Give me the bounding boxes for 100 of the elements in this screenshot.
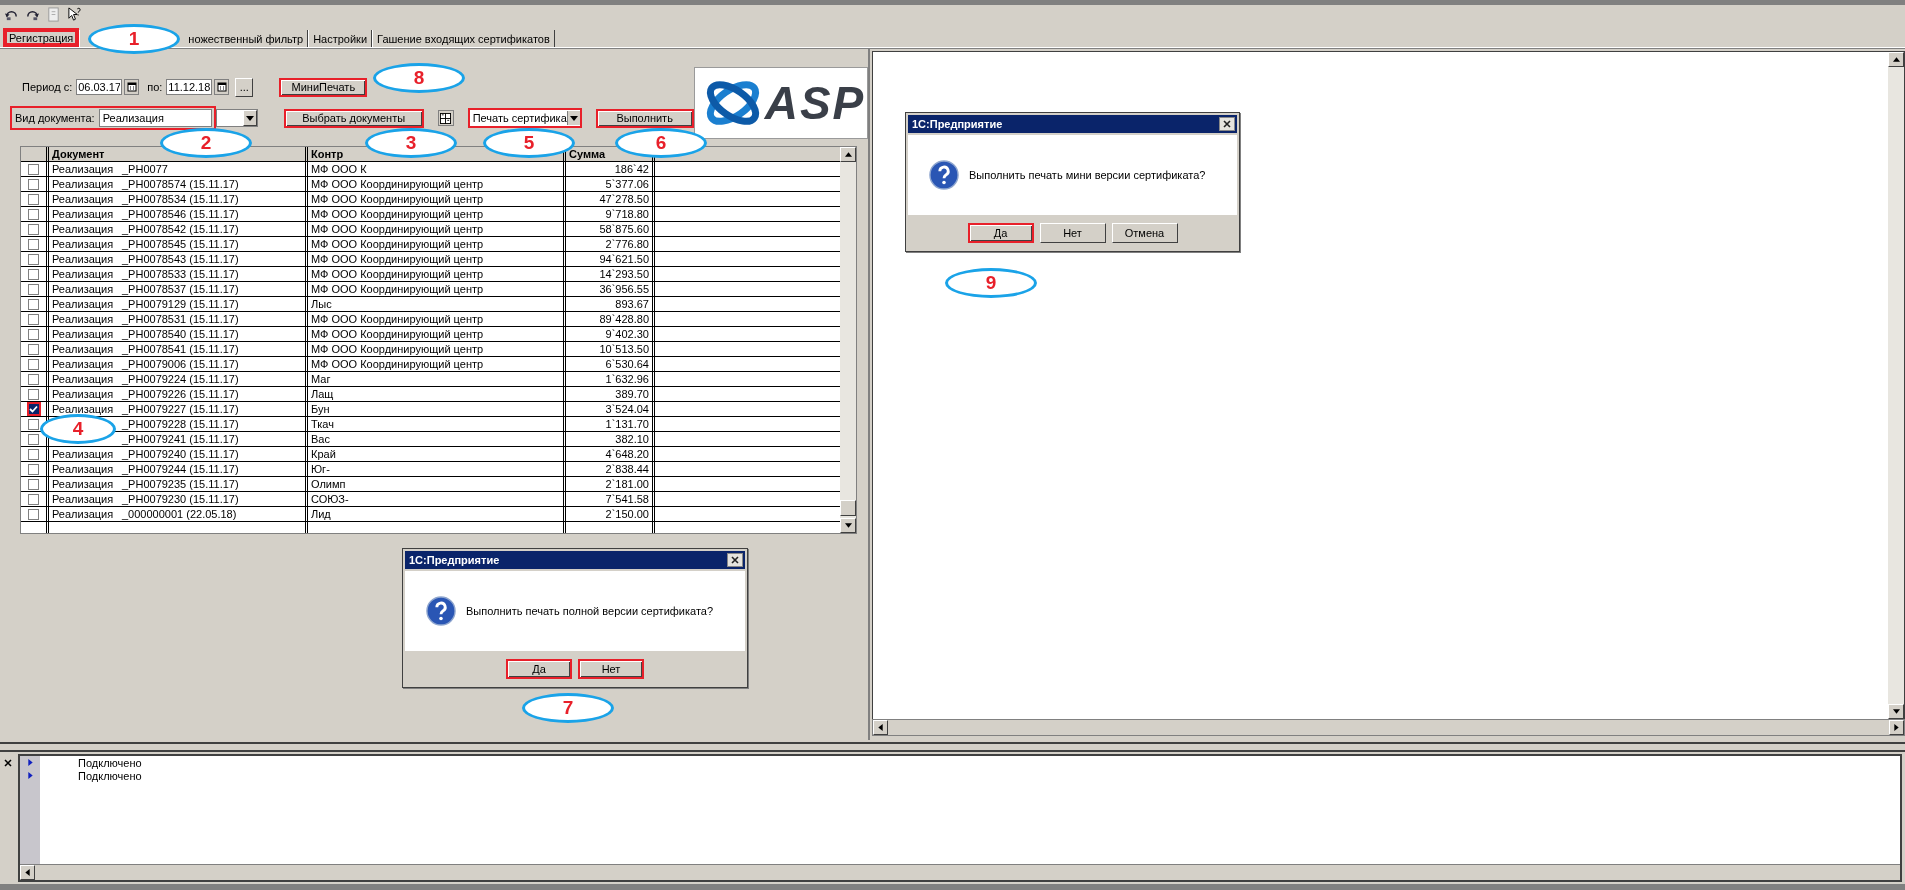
callout-badge: 8 <box>373 63 465 93</box>
column-header[interactable]: Документ <box>52 147 105 161</box>
column-header[interactable]: Сумма <box>569 147 606 161</box>
contractor-text: Лыс <box>311 297 332 311</box>
tab[interactable]: Регистрация <box>3 28 80 47</box>
document-number-text: _РН0079244 (15.11.17) <box>122 462 239 476</box>
print-mode-dropdown[interactable]: Печать сертифика <box>467 108 582 128</box>
document-number-text: _РН0079227 (15.11.17) <box>122 402 239 416</box>
amount-text: 9`718.80 <box>605 207 649 221</box>
up-arrow-icon[interactable] <box>844 152 852 157</box>
checkbox[interactable] <box>28 268 39 280</box>
close-icon[interactable] <box>727 553 743 567</box>
left-arrow-icon[interactable] <box>25 869 30 876</box>
calendar-button[interactable] <box>124 79 140 95</box>
contractor-text: Бун <box>311 402 330 416</box>
up-arrow-icon[interactable] <box>1892 57 1900 62</box>
dialog-button[interactable]: Отмена <box>1111 223 1178 243</box>
scrollbar[interactable] <box>20 864 1900 880</box>
callout-badge: 7 <box>522 693 614 723</box>
contractor-text: Юг- <box>311 462 330 476</box>
document-type-text: Реализация <box>52 193 114 205</box>
checkbox[interactable] <box>28 208 39 220</box>
checkbox[interactable] <box>28 298 39 310</box>
right-arrow-icon[interactable] <box>1894 724 1899 731</box>
date-from-field[interactable]: 06.03.17 <box>76 79 123 95</box>
tab[interactable]: Гашение входящих сертификатов <box>372 30 555 47</box>
checkbox[interactable] <box>28 373 39 385</box>
amount-text: 58`875.60 <box>599 222 649 236</box>
checkbox[interactable] <box>28 223 39 235</box>
down-arrow-icon[interactable] <box>844 523 852 528</box>
date-to-field[interactable]: 11.12.18 <box>166 79 213 95</box>
contractor-text: СОЮЗ- <box>311 492 349 506</box>
caret-icon <box>245 115 254 121</box>
checkbox[interactable] <box>26 402 41 416</box>
down-arrow-icon[interactable] <box>1892 709 1900 714</box>
scrollbar[interactable] <box>872 719 1905 736</box>
select-documents-button[interactable]: Выбрать документы <box>283 108 424 128</box>
checkbox[interactable] <box>28 253 39 265</box>
amount-text: 14`293.50 <box>599 267 649 281</box>
dialog-button[interactable]: Да <box>967 223 1034 243</box>
document-number-text: _РН0079240 (15.11.17) <box>122 447 239 461</box>
checkbox[interactable] <box>28 193 39 205</box>
question-icon <box>426 596 456 626</box>
amount-text: 389.70 <box>615 387 649 401</box>
document-number-text: _РН0079129 (15.11.17) <box>122 297 239 311</box>
checkbox[interactable] <box>28 163 39 175</box>
execute-button[interactable]: Выполнить <box>595 108 694 128</box>
mini-print-button[interactable]: МиниПечать <box>279 77 368 97</box>
checkbox[interactable] <box>28 283 39 295</box>
document-type-text: Реализация <box>52 343 114 355</box>
dialog-button[interactable]: Да <box>506 659 572 679</box>
checkbox[interactable] <box>28 433 39 445</box>
checkbox[interactable] <box>28 493 39 505</box>
calendar-button[interactable] <box>214 79 230 95</box>
document-number-text: _РН0079241 (15.11.17) <box>122 432 239 446</box>
contractor-text: МФ ООО Координирующий центр <box>311 237 484 251</box>
checkbox[interactable] <box>28 313 39 325</box>
checkbox[interactable] <box>28 343 39 355</box>
amount-text: 2`181.00 <box>605 477 649 491</box>
document-number-text: _000000001 (22.05.18) <box>122 507 237 521</box>
log-message: Подключено <box>78 757 142 770</box>
close-icon[interactable] <box>3 758 13 768</box>
contractor-text: МФ ООО Координирующий центр <box>311 192 484 206</box>
scrollbar[interactable] <box>1888 52 1904 719</box>
doc-type-field[interactable]: Вид документа: Реализация <box>10 106 216 130</box>
contractor-text: Олимп <box>311 477 346 491</box>
dialog-button[interactable]: Нет <box>578 659 644 679</box>
checkbox[interactable] <box>28 418 39 430</box>
tab[interactable]: Настройки <box>308 30 373 47</box>
checkbox[interactable] <box>28 448 39 460</box>
splitter-bar[interactable] <box>0 742 1905 752</box>
close-icon[interactable] <box>1219 117 1235 131</box>
log-message: Подключено <box>78 770 142 783</box>
column-header[interactable]: Контр <box>311 147 344 161</box>
document-type-text: Реализация <box>52 373 114 385</box>
dialog-button[interactable]: Нет <box>1039 223 1106 243</box>
scroll-thumb[interactable] <box>840 500 856 516</box>
left-arrow-icon[interactable] <box>878 724 883 731</box>
amount-text: 94`621.50 <box>599 252 649 266</box>
checkbox[interactable] <box>28 478 39 490</box>
callout-badge: 1 <box>88 24 180 54</box>
help-pointer-icon[interactable] <box>67 6 82 22</box>
dialog-title: 1С:Предприятие <box>409 554 500 566</box>
checkbox[interactable] <box>28 358 39 370</box>
dropdown-button[interactable] <box>215 109 258 127</box>
logo: ASP <box>693 67 868 139</box>
question-icon <box>929 160 959 190</box>
contractor-text: МФ ООО Координирующий центр <box>311 177 484 191</box>
contractor-text: МФ ООО Координирующий центр <box>311 327 484 341</box>
checkbox[interactable] <box>28 508 39 520</box>
checkbox[interactable] <box>28 238 39 250</box>
checkbox[interactable] <box>28 388 39 400</box>
document-type-text: Реализация <box>52 388 114 400</box>
checkbox[interactable] <box>28 463 39 475</box>
checkbox[interactable] <box>28 178 39 190</box>
checkbox[interactable] <box>28 328 39 340</box>
amount-text: 36`956.55 <box>599 282 649 296</box>
more-button[interactable]: ... <box>235 77 254 97</box>
grid-button[interactable] <box>437 110 454 126</box>
scrollbar[interactable] <box>840 147 856 533</box>
